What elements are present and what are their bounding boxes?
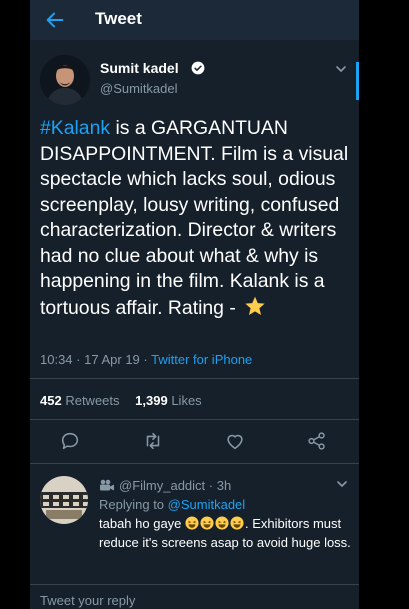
back-arrow-icon[interactable] <box>44 9 66 31</box>
laughing-emoji-icon <box>185 516 199 530</box>
top-bar: Tweet <box>30 0 359 40</box>
like-icon[interactable] <box>224 430 246 452</box>
tweet-time: 10:34 <box>40 352 73 367</box>
divider <box>30 419 359 420</box>
retweet-label: Retweets <box>65 393 120 408</box>
author-handle[interactable]: @Sumitkadel <box>100 81 178 96</box>
meta-separator: · <box>143 352 152 367</box>
chevron-down-icon[interactable] <box>336 478 348 490</box>
replying-to-mention[interactable]: @Sumitkadel <box>168 497 246 512</box>
tweet-stats: 452 Retweets 1,399 Likes <box>40 393 202 408</box>
tweet-body: is a GARGANTUAN DISAPPOINTMENT. Film is … <box>40 117 349 319</box>
author-name[interactable]: Sumit kadel <box>100 60 179 76</box>
scrollbar[interactable] <box>356 62 359 100</box>
reply-time: 3h <box>216 478 232 493</box>
reply-handle[interactable]: @Filmy_addict <box>119 478 205 493</box>
meta-separator: · <box>76 352 85 367</box>
tweet-actions <box>30 430 359 452</box>
page-title: Tweet <box>95 9 142 28</box>
hashtag-link[interactable]: #Kalank <box>40 117 110 139</box>
like-count-link[interactable]: 1,399 Likes <box>135 393 202 408</box>
tweet-meta: 10:34 · 17 Apr 19 · Twitter for iPhone <box>40 352 252 367</box>
retweet-count: 452 <box>40 393 62 408</box>
laughing-emoji-icon <box>230 516 244 530</box>
verified-badge-icon <box>191 61 205 75</box>
share-icon[interactable] <box>306 430 328 452</box>
divider <box>30 463 359 464</box>
reply-text-start: tabah ho gaye <box>99 516 186 531</box>
like-label: Likes <box>171 393 202 408</box>
replying-to: Replying to @Sumitkadel <box>99 497 245 512</box>
movie-camera-icon <box>100 479 114 491</box>
author-avatar[interactable] <box>40 55 90 105</box>
compose-bar: Tweet your reply <box>30 584 359 609</box>
replying-to-label: Replying to <box>99 497 165 512</box>
chevron-down-icon[interactable] <box>335 63 347 75</box>
reply-input[interactable]: Tweet your reply <box>40 593 135 608</box>
reply-text: tabah ho gaye . Exhibitors must reduce i… <box>99 515 354 552</box>
reply-icon[interactable] <box>59 430 81 452</box>
tweet-screen: Tweet Sumit kadel @Sumitkadel #Kalank is… <box>30 0 359 609</box>
reply-header: @Filmy_addict · 3h <box>99 478 231 493</box>
divider <box>30 378 359 379</box>
tweet-text: #Kalank is a GARGANTUAN DISAPPOINTMENT. … <box>40 116 352 321</box>
reply-avatar[interactable] <box>40 476 88 524</box>
meta-separator: · <box>205 478 217 493</box>
tweet-date: 17 Apr 19 <box>84 352 140 367</box>
tweet-client-link[interactable]: Twitter for iPhone <box>151 352 252 367</box>
retweet-count-link[interactable]: 452 Retweets <box>40 393 120 408</box>
laughing-emoji-icon <box>215 516 229 530</box>
like-count: 1,399 <box>135 393 168 408</box>
star-icon <box>245 296 265 315</box>
retweet-icon[interactable] <box>142 430 164 452</box>
laughing-emoji-icon <box>200 516 214 530</box>
